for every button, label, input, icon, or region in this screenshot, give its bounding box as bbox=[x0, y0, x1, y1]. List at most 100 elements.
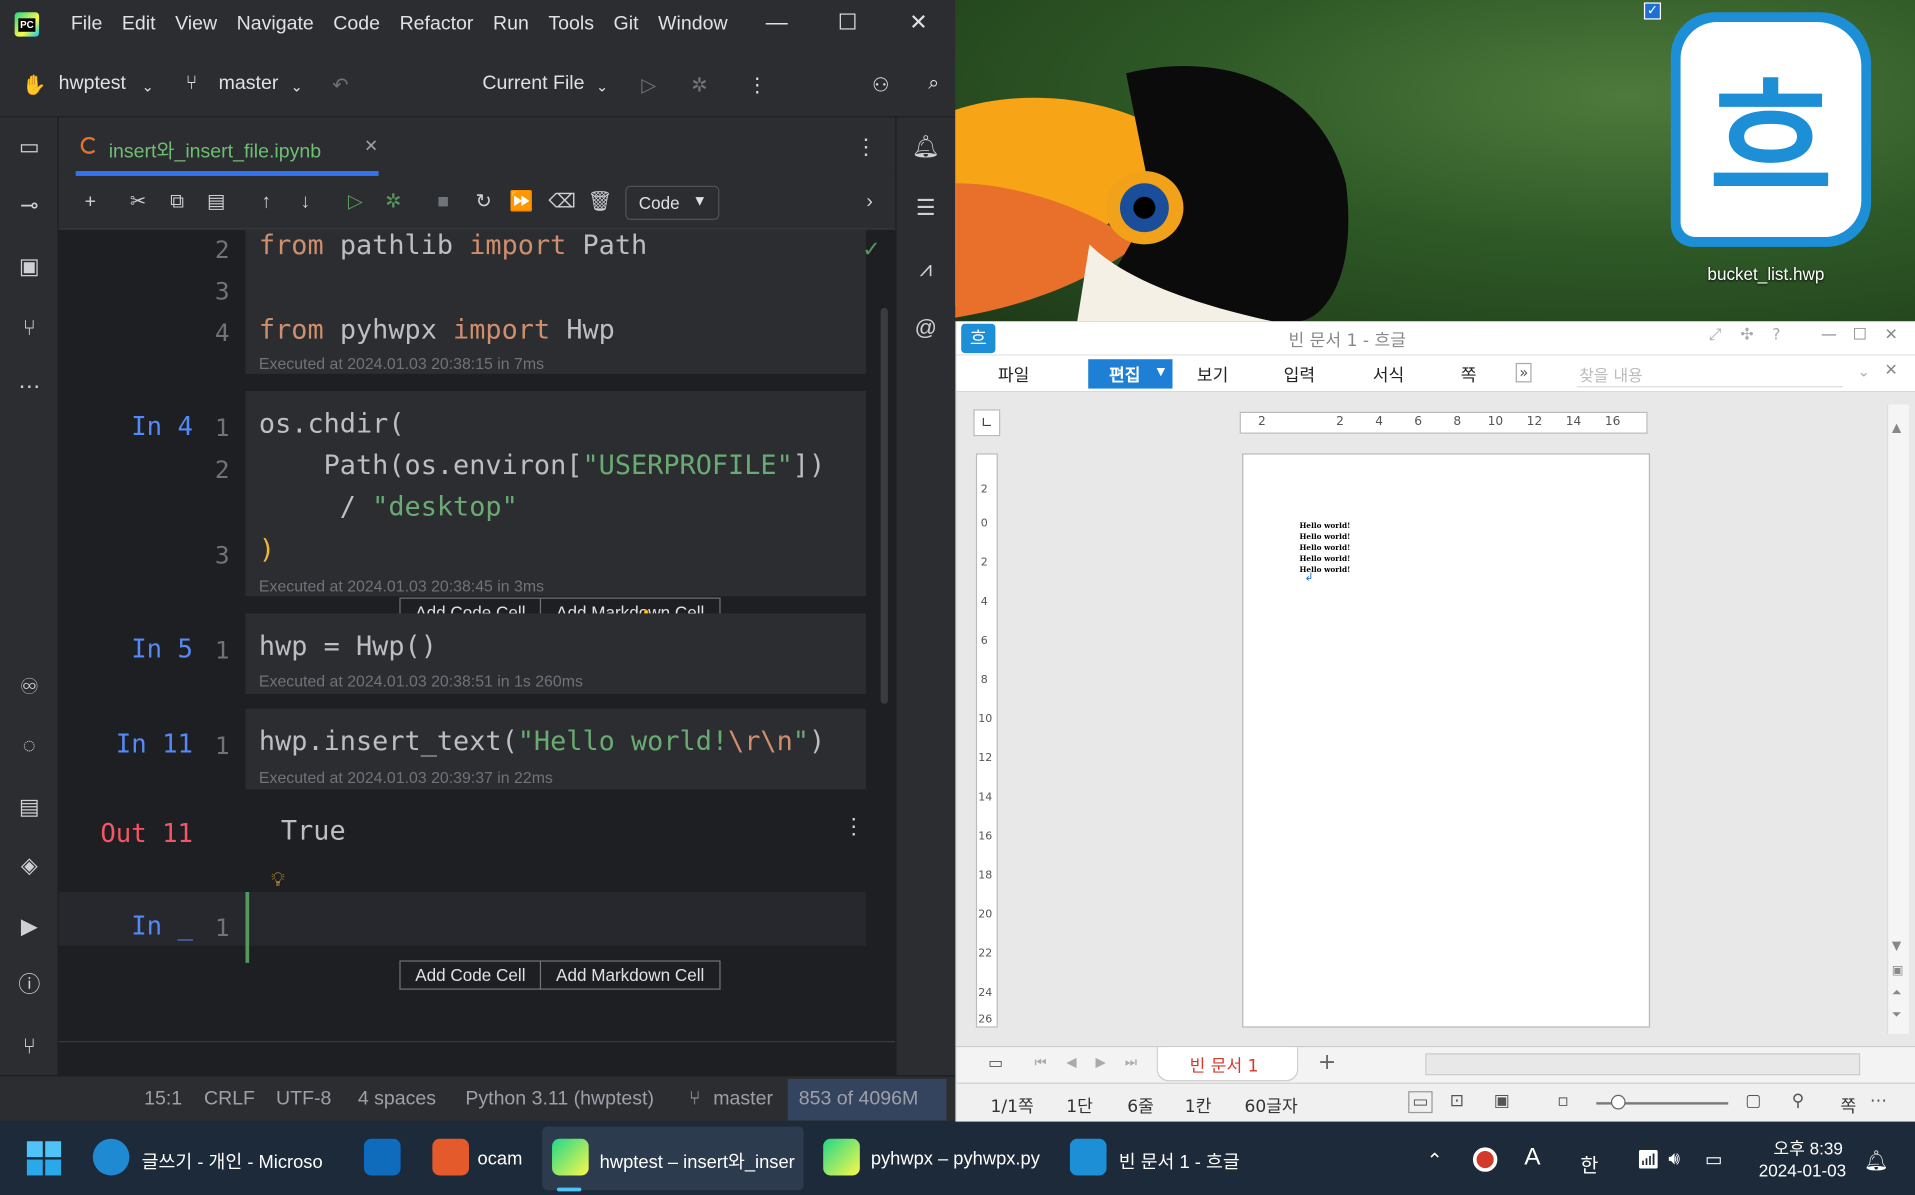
volume-icon[interactable]: 🔊︎ bbox=[1668, 1149, 1680, 1170]
ocam-icon[interactable] bbox=[432, 1138, 469, 1176]
search-icon[interactable]: ⌕ bbox=[928, 73, 939, 95]
menu-navigate[interactable]: Navigate bbox=[237, 13, 314, 35]
zoom-out-icon[interactable]: ▫ bbox=[1557, 1091, 1569, 1111]
run-config-selector[interactable]: Current File bbox=[482, 73, 584, 95]
search-input[interactable]: 찾을 내용 bbox=[1576, 360, 1844, 388]
code-line[interactable]: hwp.insert_text("Hello world!\r\n") bbox=[259, 727, 825, 758]
document-text[interactable]: Hello world! Hello world! Hello world! H… bbox=[1300, 521, 1351, 576]
code-line[interactable]: os.chdir( bbox=[259, 409, 405, 440]
ai-assistant-icon[interactable]: @ bbox=[911, 313, 940, 342]
services-icon[interactable]: ▶ bbox=[15, 912, 44, 941]
code-line[interactable]: ) bbox=[259, 535, 275, 566]
menu-tools[interactable]: Tools bbox=[548, 13, 594, 35]
taskbar-item-hwp[interactable]: 빈 문서 1 - 흐글 bbox=[1119, 1149, 1240, 1175]
tab-menu-icon[interactable]: ⋮ bbox=[855, 134, 877, 160]
hwp-file-icon[interactable]: 흐 bbox=[1670, 12, 1872, 247]
menu-page[interactable]: 쪽 bbox=[1461, 363, 1477, 387]
tab-notebook[interactable]: insert와_insert_file.ipynb ✕ bbox=[75, 117, 379, 176]
more-icon[interactable]: ⋯ bbox=[1870, 1091, 1887, 1111]
tab-close-icon[interactable]: ✕ bbox=[364, 136, 378, 157]
pull-request-icon[interactable]: ⑂ bbox=[15, 313, 44, 342]
width-view-icon[interactable]: ⊡ bbox=[1450, 1091, 1464, 1111]
zoom-mode[interactable]: 쪽 bbox=[1841, 1094, 1857, 1118]
delete-icon[interactable]: 🗑︎ bbox=[587, 191, 612, 215]
menu-view[interactable]: 보기 bbox=[1197, 363, 1228, 387]
git-icon[interactable]: ⑂ bbox=[15, 1031, 44, 1060]
memory-indicator[interactable]: 853 of 4096M bbox=[787, 1078, 947, 1121]
add-user-icon[interactable]: ⚇ bbox=[872, 73, 890, 97]
run-all-icon[interactable]: ⏩ bbox=[509, 191, 533, 215]
next-icon[interactable]: ▶ bbox=[1096, 1054, 1106, 1070]
wifi-icon[interactable]: 📶︎ bbox=[1637, 1149, 1660, 1171]
more-menus-icon[interactable]: » bbox=[1515, 362, 1532, 383]
menu-format[interactable]: 서식 bbox=[1373, 363, 1404, 387]
maximize-icon[interactable]: ☐ bbox=[1853, 326, 1867, 344]
first-page-icon[interactable]: ⏮ bbox=[1034, 1054, 1046, 1071]
lightbulb-icon[interactable]: 💡︎ bbox=[271, 870, 285, 892]
horizontal-scrollbar[interactable] bbox=[1425, 1053, 1861, 1076]
page-icon[interactable]: ▣ bbox=[1892, 964, 1904, 977]
chevron-down-icon[interactable]: ⌄ bbox=[291, 78, 303, 95]
zoom-thumb[interactable] bbox=[1610, 1094, 1626, 1110]
last-page-icon[interactable]: ⏭ bbox=[1125, 1054, 1137, 1071]
menu-code[interactable]: Code bbox=[333, 13, 380, 35]
run-icon[interactable]: ▷ bbox=[641, 73, 656, 97]
doc-tab[interactable]: 빈 문서 1 bbox=[1156, 1047, 1299, 1082]
commit-icon[interactable]: ⊸ bbox=[15, 191, 44, 220]
document-page[interactable]: Hello world! Hello world! Hello world! H… bbox=[1242, 453, 1651, 1028]
menu-edit[interactable]: Edit bbox=[122, 13, 156, 35]
edge-icon[interactable] bbox=[92, 1138, 130, 1176]
code-line[interactable]: Path(os.environ["USERPROFILE"]) bbox=[259, 451, 826, 482]
copy-icon[interactable]: ⧉ bbox=[165, 191, 189, 215]
restart-icon[interactable]: ↻ bbox=[471, 191, 495, 215]
battery-icon[interactable]: ▭ bbox=[1705, 1149, 1722, 1171]
project-selector[interactable]: hwptest bbox=[59, 73, 126, 95]
menu-window[interactable]: Window bbox=[658, 13, 729, 35]
add-cell-icon[interactable]: + bbox=[78, 191, 102, 215]
code-line[interactable]: from pathlib import Path bbox=[259, 231, 647, 262]
chevron-up-icon[interactable]: ⌃ bbox=[1427, 1149, 1443, 1173]
next-page-icon[interactable]: ⏷ bbox=[1892, 1008, 1902, 1021]
add-markdown-cell-button[interactable]: Add Markdown Cell bbox=[540, 961, 719, 989]
jupyter-icon[interactable]: ◌ bbox=[15, 731, 44, 760]
close-icon[interactable]: ✕ bbox=[904, 10, 933, 36]
magnifier-icon[interactable]: ⚲ bbox=[1792, 1091, 1805, 1111]
maximize-icon[interactable]: ☐ bbox=[833, 10, 862, 36]
minimize-icon[interactable]: — bbox=[762, 10, 791, 36]
scroll-up-icon[interactable]: ▲ bbox=[1892, 422, 1901, 435]
paste-icon[interactable]: ▤ bbox=[204, 191, 228, 215]
chevron-right-icon[interactable]: › bbox=[857, 191, 881, 215]
vertical-ruler[interactable]: 2 0 2 4 6 8 10 12 14 16 18 20 22 24 26 bbox=[975, 453, 998, 1028]
menu-insert[interactable]: 입력 bbox=[1284, 363, 1315, 387]
chevron-down-icon[interactable]: ⌄ bbox=[142, 78, 154, 95]
status-branch[interactable]: master bbox=[713, 1089, 773, 1111]
taskbar-item-ocam[interactable]: ocam bbox=[478, 1149, 523, 1170]
more-icon[interactable]: ⋮ bbox=[747, 73, 767, 97]
problems-icon[interactable]: ⓘ bbox=[15, 970, 44, 999]
add-tab-icon[interactable]: + bbox=[1318, 1050, 1336, 1076]
clear-outputs-icon[interactable]: ⌫ bbox=[548, 191, 576, 215]
line-separator[interactable]: CRLF bbox=[204, 1089, 255, 1111]
vertical-scrollbar[interactable]: ▲ ▼ ▣ ⏶ ⏷ bbox=[1886, 404, 1909, 1034]
menu-git[interactable]: Git bbox=[614, 13, 639, 35]
structure-icon[interactable]: ▣ bbox=[15, 252, 44, 281]
move-down-icon[interactable]: ↓ bbox=[293, 191, 317, 215]
checkbox-icon[interactable]: ✓ bbox=[1643, 2, 1662, 20]
menu-run[interactable]: Run bbox=[493, 13, 529, 35]
python-console-icon[interactable]: ♾ bbox=[15, 672, 44, 701]
record-icon[interactable] bbox=[1472, 1147, 1498, 1172]
sciview-icon[interactable]: ⩘ bbox=[911, 254, 940, 283]
taskbar-item-pyhwpx[interactable]: pyhwpx – pyhwpx.py bbox=[871, 1149, 1040, 1170]
menu-edit-active[interactable]: 편집 ▼ bbox=[1088, 359, 1173, 389]
desktop-icon-label[interactable]: bucket_list.hwp bbox=[1707, 264, 1824, 284]
pycharm-icon[interactable] bbox=[552, 1138, 589, 1176]
close-icon[interactable]: ✕ bbox=[1885, 326, 1898, 344]
hwp-icon[interactable] bbox=[1069, 1138, 1107, 1176]
outlook-icon[interactable] bbox=[363, 1138, 401, 1176]
debug-cell-icon[interactable]: ✲ bbox=[381, 191, 405, 215]
taskbar-item-edge[interactable]: 글쓰기 - 개인 - Microso bbox=[142, 1149, 323, 1175]
ime-mode[interactable]: 한 bbox=[1580, 1149, 1598, 1178]
scrollbar[interactable] bbox=[880, 307, 888, 704]
layers-icon[interactable]: ◈ bbox=[15, 850, 44, 879]
prev-page-icon[interactable]: ⏶ bbox=[1892, 986, 1902, 999]
